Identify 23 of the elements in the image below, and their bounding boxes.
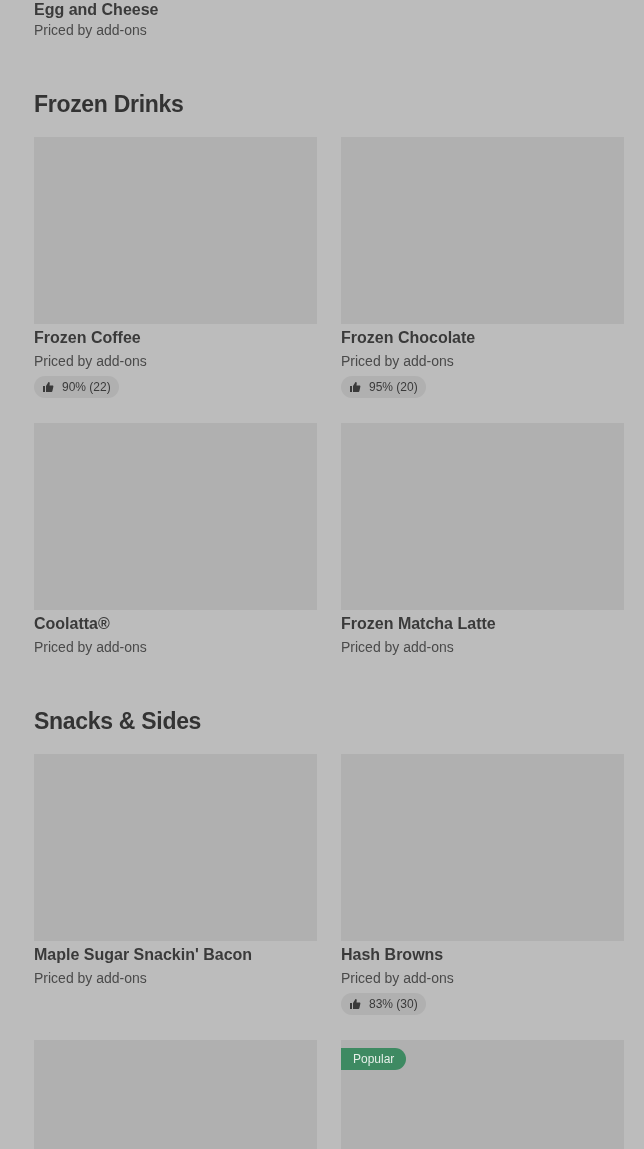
rating-text: 95% (20) bbox=[369, 379, 418, 396]
rating-text: 90% (22) bbox=[62, 379, 111, 396]
thumbs-up-icon bbox=[349, 998, 361, 1010]
item-name: Frozen Chocolate bbox=[341, 328, 476, 348]
item-subtitle: Priced by add-ons bbox=[341, 638, 454, 657]
item-subtitle: Priced by add-ons bbox=[34, 638, 147, 657]
item-subtitle: Priced by add-ons bbox=[341, 969, 454, 988]
section-heading: Frozen Drinks bbox=[34, 90, 185, 118]
item-subtitle: Priced by add-ons bbox=[341, 352, 454, 371]
thumbs-up-icon bbox=[349, 381, 361, 393]
item-subtitle: Priced by add-ons bbox=[34, 21, 147, 40]
section-heading: Snacks & Sides bbox=[34, 707, 203, 735]
thumbs-up-icon bbox=[42, 381, 54, 393]
item-name: Egg and Cheese bbox=[34, 0, 159, 20]
item-name: Hash Browns bbox=[341, 945, 444, 965]
popular-badge: Popular bbox=[341, 1048, 407, 1070]
rating-text: 83% (30) bbox=[369, 996, 418, 1013]
item-subtitle: Priced by add-ons bbox=[34, 969, 147, 988]
item-name: Maple Sugar Snackin' Bacon bbox=[34, 945, 253, 965]
item-subtitle: Priced by add-ons bbox=[34, 352, 147, 371]
item-name: Frozen Matcha Latte bbox=[341, 614, 496, 634]
item-name: Coolatta® bbox=[34, 614, 110, 634]
item-name: Frozen Coffee bbox=[34, 328, 141, 348]
